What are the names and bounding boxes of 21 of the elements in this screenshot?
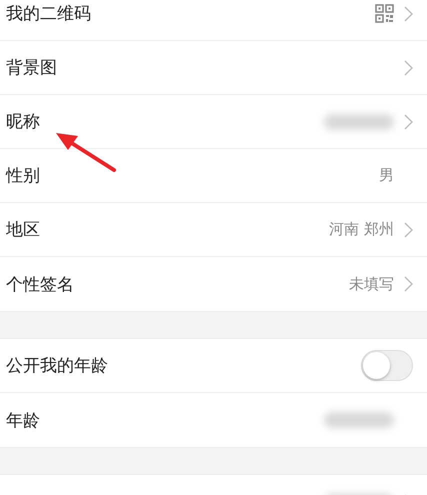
setting-value: 未填写: [349, 274, 394, 294]
setting-label: 背景图: [6, 57, 58, 79]
settings-row[interactable]: 昵称: [0, 95, 427, 149]
settings-row[interactable]: 地区 河南 郑州: [0, 203, 427, 257]
settings-row[interactable]: 性别 男: [0, 149, 427, 203]
settings-row[interactable]: 年龄: [0, 393, 427, 447]
setting-label: 年龄: [6, 410, 41, 432]
settings-row[interactable]: 背景图: [0, 41, 427, 95]
setting-label: 个性签名: [6, 274, 75, 296]
setting-value: 男: [379, 166, 394, 185]
settings-row[interactable]: 公开我的年龄: [0, 339, 427, 393]
setting-label: 公开我的年龄: [6, 355, 109, 377]
settings-row[interactable]: 我的二维码: [0, 0, 427, 41]
setting-label: 昵称: [6, 111, 41, 133]
setting-value: 河南 郑州: [329, 220, 394, 239]
setting-label: 我的二维码: [6, 3, 92, 25]
toggle-switch[interactable]: [361, 350, 413, 381]
setting-label: 地区: [6, 219, 41, 241]
settings-row[interactable]: 个性签名 未填写: [0, 257, 427, 311]
setting-label: 性别: [6, 165, 41, 187]
qr-code-icon: [375, 4, 394, 23]
